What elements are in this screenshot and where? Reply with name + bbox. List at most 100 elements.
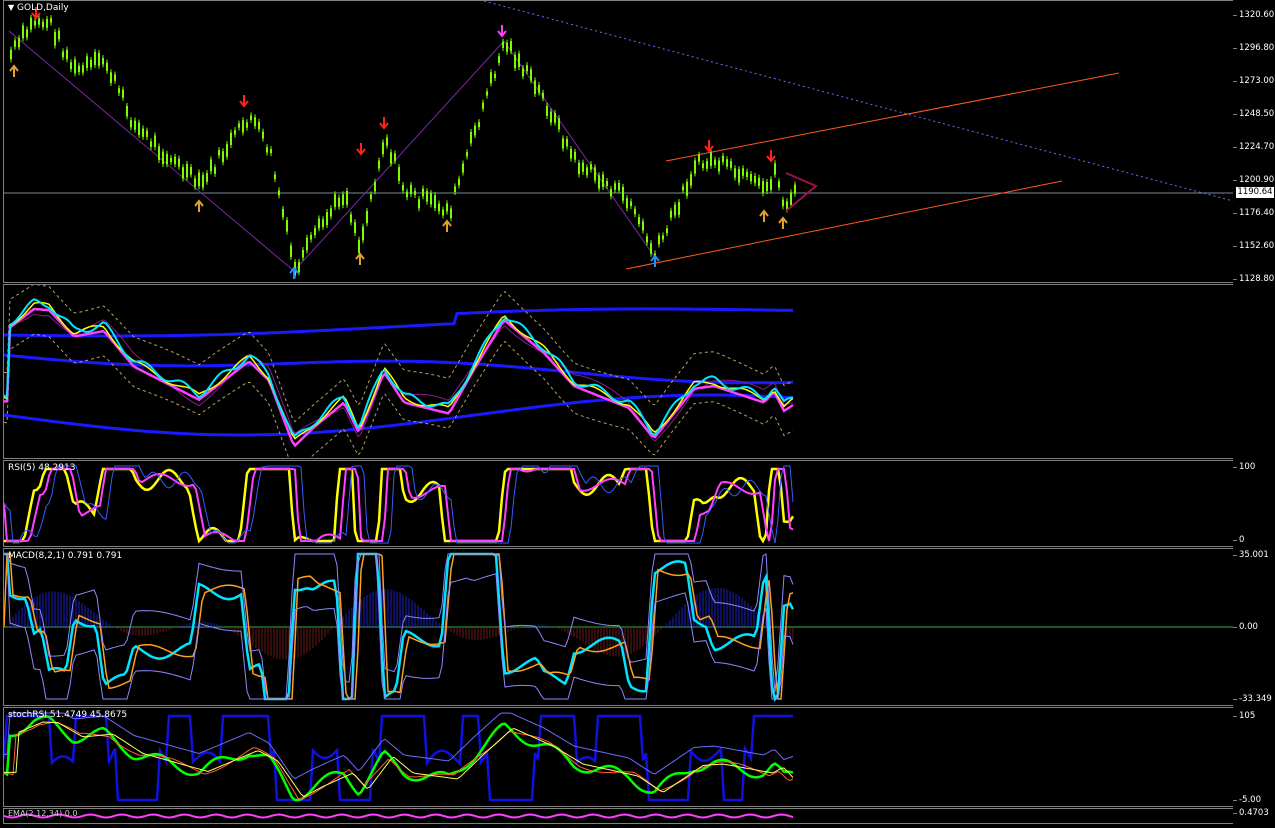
candle-body [154, 135, 156, 148]
candle-body [274, 174, 276, 180]
candle-body [306, 237, 308, 251]
candle-body [214, 167, 216, 174]
candle-body [334, 194, 336, 208]
candle-body [326, 212, 328, 226]
candle-body [14, 40, 16, 47]
candle-body [786, 201, 788, 210]
candle-body [58, 30, 60, 40]
price-tick: 1176.40 [1232, 208, 1275, 218]
candle-body [402, 184, 404, 191]
candle-body [210, 159, 212, 172]
candle-body [662, 235, 664, 240]
candle-body [774, 163, 776, 175]
ema-line [3, 813, 794, 819]
price-chart-pane[interactable]: ▼ GOLD,Daily [3, 0, 1234, 283]
price-axis[interactable]: 1320.60 1296.80 1273.00 1248.50 1224.70 … [1232, 0, 1275, 824]
candle-body [770, 179, 772, 190]
candle-body [122, 89, 124, 98]
candle-body [286, 219, 288, 232]
candle-body [718, 160, 720, 172]
candle-body [314, 228, 316, 236]
rsi-max-tick: 100 [1232, 462, 1256, 472]
buy-arrow-icon [9, 64, 19, 77]
candle-body [446, 203, 448, 212]
candle-body [482, 102, 484, 109]
candle-body [438, 203, 440, 212]
candle-body [646, 236, 648, 243]
current-price-label: 1190.64 [1236, 187, 1274, 198]
candle-body [426, 191, 428, 202]
candle-body [70, 62, 72, 70]
price-tick: 1128.80 [1232, 274, 1275, 284]
candle-body [606, 181, 608, 186]
candle-body [422, 188, 424, 197]
candle-body [510, 41, 512, 52]
candle-body [330, 208, 332, 217]
candle-body [26, 29, 28, 38]
dropdown-triangle-icon[interactable]: ▼ [8, 3, 14, 12]
candle-body [558, 118, 560, 130]
candle-body [342, 194, 344, 206]
candle-body [682, 186, 684, 191]
candle-body [22, 25, 24, 39]
stochrsi-indicator-pane[interactable]: stochRSI 51.4749 45.8675 [3, 707, 1234, 807]
candle-body [634, 208, 636, 215]
candle-body [418, 199, 420, 209]
price-tick: 1200.90 [1232, 175, 1275, 185]
candle-body [62, 51, 64, 58]
candle-body [714, 159, 716, 166]
candle-body [394, 153, 396, 162]
stoch-smooth-line [4, 721, 794, 798]
candle-body [574, 151, 576, 160]
candle-body [542, 92, 544, 99]
rsi-indicator-pane[interactable]: RSI(5) 48.2913 [3, 460, 1234, 547]
candle-body [590, 164, 592, 170]
candle-body [490, 72, 492, 84]
candle-body [398, 167, 400, 181]
sell-arrow-icon [356, 143, 366, 156]
channel-upper-line [665, 72, 1120, 162]
candle-body [638, 217, 640, 225]
candle-body [234, 130, 236, 135]
ema-indicator-canvas [3, 813, 794, 819]
candle-body [278, 190, 280, 196]
candle-body [522, 68, 524, 77]
macd-indicator-pane[interactable]: MACD(8,2,1) 0.791 0.791 [3, 548, 1234, 706]
candle-body [142, 128, 144, 137]
price-ma-line [4, 298, 794, 438]
candle-body [162, 151, 164, 165]
candle-body [126, 105, 128, 117]
buy-arrow-icon [759, 209, 769, 222]
candle-body [618, 182, 620, 191]
candle-body [658, 235, 660, 245]
candle-body [86, 56, 88, 69]
buy-arrow-icon [355, 252, 365, 265]
top-arrow-icon [497, 25, 507, 38]
bands-indicator-pane[interactable] [3, 284, 1234, 459]
candle-body [478, 122, 480, 128]
candle-body [406, 191, 408, 198]
candle-body [166, 153, 168, 165]
candle-body [594, 167, 596, 181]
candle-body [414, 190, 416, 195]
price-tick: 1224.70 [1232, 142, 1275, 152]
macd-max-tick: 35.001 [1233, 550, 1269, 560]
candle-body [230, 132, 232, 145]
candle-body [454, 186, 456, 193]
candle-body [90, 59, 92, 68]
bottom-arrow-icon [289, 266, 299, 279]
upper-band-line [4, 307, 794, 338]
ema-indicator-pane[interactable]: EMA(2,12,34) 0.0 [3, 808, 1234, 824]
stochrsi-max-tick: 105 [1232, 711, 1256, 721]
candle-body [474, 125, 476, 136]
price-tick: 1248.50 [1232, 109, 1275, 119]
candle-body [486, 91, 488, 96]
candle-body [310, 234, 312, 240]
candle-body [518, 53, 520, 68]
resistance-trendline [483, 1, 1233, 202]
candle-body [514, 54, 516, 69]
candle-body [790, 192, 792, 205]
candle-body [74, 59, 76, 74]
candle-body [610, 188, 612, 197]
buy-arrow-icon [442, 219, 452, 232]
